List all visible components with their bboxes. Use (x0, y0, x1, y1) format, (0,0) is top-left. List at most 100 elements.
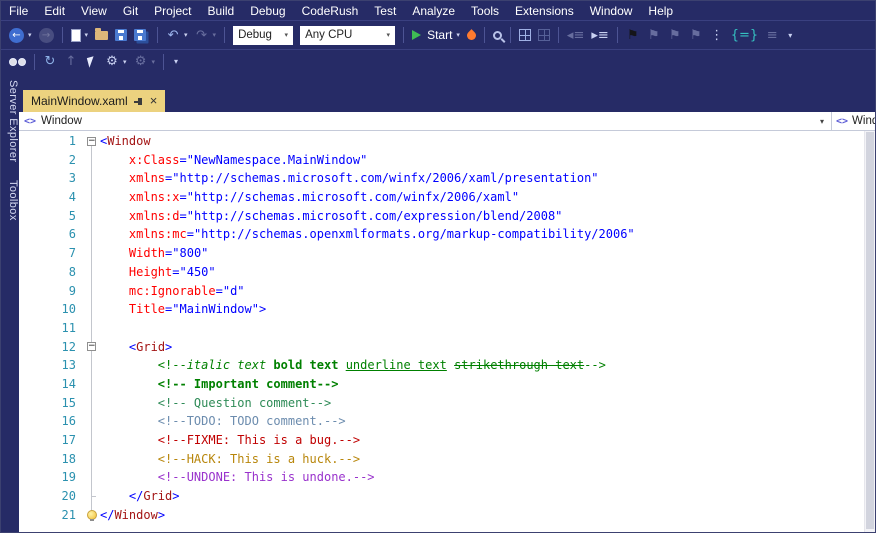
side-tab-server-explorer[interactable]: Server Explorer (1, 78, 19, 162)
new-file-button[interactable]: ▾ (68, 27, 92, 44)
menu-debug[interactable]: Debug (242, 1, 293, 20)
code-line-15[interactable]: 15 <!-- Question comment--> (19, 394, 875, 413)
open-file-button[interactable] (92, 29, 111, 42)
menu-analyze[interactable]: Analyze (404, 1, 463, 20)
toolbar-overflow-icon: ⋮ (710, 28, 724, 43)
code-text: Height="450" (100, 263, 216, 282)
code-line-17[interactable]: 17 <!--FIXME: This is a bug.--> (19, 431, 875, 450)
refresh-button[interactable]: ↻ (40, 52, 60, 71)
standard-toolbar-options-button[interactable]: ▾ (783, 26, 797, 45)
collapse-icon[interactable]: − (87, 137, 96, 146)
line-number: 3 (19, 169, 83, 188)
line-number: 7 (19, 244, 83, 263)
close-icon[interactable]: × (150, 95, 158, 107)
code-text: Title="MainWindow"> (100, 300, 266, 319)
code-line-5[interactable]: 5 xmlns:d="http://schemas.microsoft.com/… (19, 207, 875, 226)
menu-tools[interactable]: Tools (463, 1, 507, 20)
clear-bookmarks-button[interactable]: ⚑ (686, 26, 706, 45)
menu-edit[interactable]: Edit (36, 1, 73, 20)
code-cleanup-icon: ⚙ (134, 54, 148, 69)
scrollbar-thumb[interactable] (866, 132, 874, 529)
start-debugging-button[interactable]: Start▾ (409, 26, 463, 44)
code-line-6[interactable]: 6 xmlns:mc="http://schemas.openxmlformat… (19, 225, 875, 244)
code-line-8[interactable]: 8 Height="450" (19, 263, 875, 282)
side-tab-toolbox[interactable]: Toolbox (1, 178, 19, 221)
code-editor[interactable]: 1−<Window2 x:Class="NewNamespace.MainWin… (19, 131, 875, 532)
menu-test[interactable]: Test (366, 1, 404, 20)
code-cleanup-button[interactable]: ⚙▾ (131, 52, 159, 71)
code-line-2[interactable]: 2 x:Class="NewNamespace.MainWindow" (19, 151, 875, 170)
toolbar-overflow-button[interactable]: ⋮ (707, 26, 727, 45)
menu-git[interactable]: Git (115, 1, 146, 20)
navigate-backward-button[interactable]: ←▾ (6, 26, 35, 45)
next-bookmark-icon: ⚑ (668, 28, 682, 43)
menu-build[interactable]: Build (200, 1, 243, 20)
code-line-20[interactable]: 20 </Grid> (19, 487, 875, 506)
code-line-21[interactable]: 21</Window> (19, 506, 875, 525)
code-line-19[interactable]: 19 <!--UNDONE: This is undone.--> (19, 468, 875, 487)
coderush-toolbar-options-button[interactable]: ▾ (169, 52, 183, 71)
navigate-up-button[interactable]: ↑ (61, 52, 81, 71)
cursor-mode-button[interactable] (82, 55, 101, 69)
previous-bookmark-button[interactable]: ⚑ (644, 26, 664, 45)
code-text: <!--italic text bold text underline text… (100, 356, 606, 375)
format-document-button[interactable]: {=} (728, 26, 761, 45)
code-line-13[interactable]: 13 <!--italic text bold text underline t… (19, 356, 875, 375)
collapse-icon[interactable]: − (87, 342, 96, 351)
save-button[interactable] (112, 27, 130, 43)
increase-indent-button[interactable]: ▸≡ (588, 26, 611, 45)
menu-help[interactable]: Help (640, 1, 681, 20)
code-line-10[interactable]: 10 Title="MainWindow"> (19, 300, 875, 319)
menu-coderush[interactable]: CodeRush (294, 1, 367, 20)
pin-icon[interactable] (134, 96, 144, 106)
element-dropdown[interactable]: <> Window (19, 115, 813, 127)
breadcrumb-bar: <> Window ▾ <> Window (19, 112, 875, 131)
code-line-11[interactable]: 11 (19, 319, 875, 338)
properties-window-button[interactable] (535, 27, 553, 43)
lightbulb-icon[interactable] (87, 510, 97, 520)
toolbar-separator (510, 27, 511, 43)
solution-explorer-button[interactable] (516, 27, 534, 43)
chevron-down-icon[interactable]: ▾ (813, 117, 831, 126)
menu-extensions[interactable]: Extensions (507, 1, 582, 20)
menu-file[interactable]: File (1, 1, 36, 20)
undo-button[interactable]: ↶▾ (163, 26, 191, 45)
menu-project[interactable]: Project (146, 1, 199, 20)
properties-window-icon (538, 29, 550, 41)
solution-configuration-combo[interactable]: Debug▾ (233, 26, 293, 45)
next-bookmark-button[interactable]: ⚑ (665, 26, 685, 45)
coderush-visualize-button[interactable] (6, 56, 29, 68)
navigate-forward-button[interactable]: → (36, 26, 57, 45)
code-line-16[interactable]: 16 <!--TODO: TODO comment.--> (19, 412, 875, 431)
menu-window[interactable]: Window (582, 1, 641, 20)
redo-button[interactable]: ↷▾ (192, 26, 220, 45)
comment-selection-button[interactable]: ≡ (762, 26, 782, 45)
vertical-scrollbar[interactable] (864, 131, 875, 532)
navigate-forward-icon: → (39, 28, 54, 43)
member-dropdown[interactable]: <> Window (831, 112, 875, 130)
code-line-3[interactable]: 3 xmlns="http://schemas.microsoft.com/wi… (19, 169, 875, 188)
code-line-4[interactable]: 4 xmlns:x="http://schemas.microsoft.com/… (19, 188, 875, 207)
live-preview-button[interactable] (490, 29, 505, 42)
tab-mainwindow-xaml[interactable]: MainWindow.xaml × (23, 90, 165, 112)
code-text: xmlns:mc="http://schemas.openxmlformats.… (100, 225, 635, 244)
code-line-12[interactable]: 12− <Grid> (19, 338, 875, 357)
save-all-button[interactable] (131, 27, 152, 43)
navigate-backward-icon: ← (9, 28, 24, 43)
toggle-bookmark-button[interactable]: ⚑ (623, 26, 643, 45)
outlining-margin (83, 225, 100, 244)
menu-view[interactable]: View (73, 1, 115, 20)
code-line-18[interactable]: 18 <!--HACK: This is a huck.--> (19, 450, 875, 469)
code-text: x:Class="NewNamespace.MainWindow" (100, 151, 367, 170)
cursor-mode-icon (87, 56, 96, 67)
solution-platform-combo[interactable]: Any CPU▾ (300, 26, 395, 45)
decrease-indent-button[interactable]: ◂≡ (564, 26, 587, 45)
line-number: 13 (19, 356, 83, 375)
code-line-1[interactable]: 1−<Window (19, 132, 875, 151)
coderush-settings-button[interactable]: ⚙▾ (102, 52, 130, 71)
code-line-7[interactable]: 7 Width="800" (19, 244, 875, 263)
code-line-14[interactable]: 14 <!-- Important comment--> (19, 375, 875, 394)
toolbar-separator (62, 27, 63, 43)
hot-reload-button[interactable] (464, 29, 479, 42)
code-line-9[interactable]: 9 mc:Ignorable="d" (19, 282, 875, 301)
